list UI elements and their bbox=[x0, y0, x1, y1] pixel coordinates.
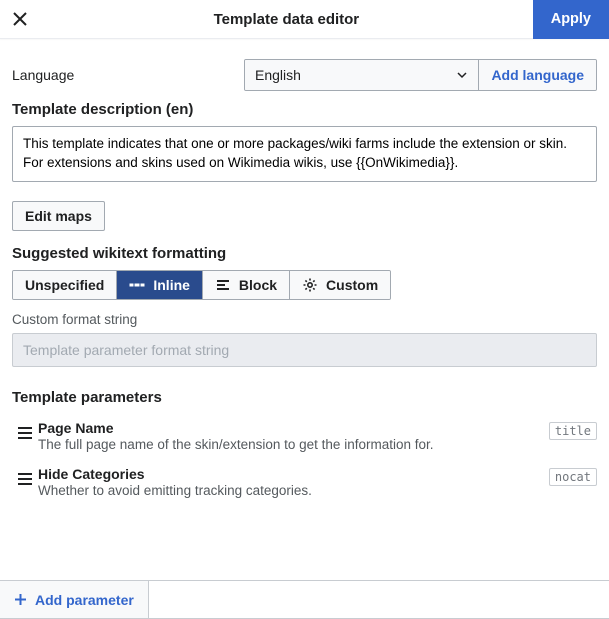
drag-icon bbox=[17, 426, 33, 440]
format-option-inline[interactable]: Inline bbox=[117, 271, 203, 299]
language-row: Language English Add language bbox=[12, 59, 597, 91]
parameter-name: Hide Categories bbox=[38, 466, 549, 482]
dialog-title: Template data editor bbox=[40, 11, 533, 28]
edit-maps-button[interactable]: Edit maps bbox=[12, 201, 105, 231]
parameter-key: title bbox=[549, 422, 597, 440]
drag-icon bbox=[17, 472, 33, 486]
format-option-unspecified[interactable]: Unspecified bbox=[13, 271, 117, 299]
inline-icon bbox=[129, 277, 145, 293]
language-select[interactable]: English bbox=[245, 60, 479, 90]
format-option-label: Block bbox=[239, 277, 277, 293]
drag-handle[interactable] bbox=[12, 420, 38, 440]
formatting-heading: Suggested wikitext formatting bbox=[12, 245, 597, 262]
parameter-row[interactable]: Page Name The full page name of the skin… bbox=[12, 420, 597, 452]
parameter-name: Page Name bbox=[38, 420, 549, 436]
language-label: Language bbox=[12, 67, 244, 83]
apply-button[interactable]: Apply bbox=[533, 0, 609, 39]
format-option-label: Inline bbox=[153, 277, 190, 293]
description-textarea[interactable] bbox=[12, 126, 597, 182]
language-selected: English bbox=[255, 67, 301, 83]
close-button[interactable] bbox=[0, 0, 40, 39]
parameter-key: nocat bbox=[549, 468, 597, 486]
parameter-desc: Whether to avoid emitting tracking categ… bbox=[38, 483, 549, 498]
drag-handle[interactable] bbox=[12, 466, 38, 486]
formatting-toggle: Unspecified Inline Block Custom bbox=[12, 270, 391, 300]
format-option-block[interactable]: Block bbox=[203, 271, 290, 299]
custom-format-label: Custom format string bbox=[12, 312, 597, 327]
chevron-down-icon bbox=[456, 69, 468, 81]
parameter-body: Hide Categories Whether to avoid emittin… bbox=[38, 466, 549, 498]
parameter-body: Page Name The full page name of the skin… bbox=[38, 420, 549, 452]
close-icon bbox=[12, 11, 28, 27]
parameter-row[interactable]: Hide Categories Whether to avoid emittin… bbox=[12, 466, 597, 498]
custom-format-input bbox=[12, 333, 597, 367]
format-option-label: Custom bbox=[326, 277, 378, 293]
format-option-label: Unspecified bbox=[25, 277, 104, 293]
dialog-header: Template data editor Apply bbox=[0, 0, 609, 39]
add-language-button[interactable]: Add language bbox=[479, 60, 596, 90]
parameters-heading: Template parameters bbox=[12, 389, 597, 406]
format-option-custom[interactable]: Custom bbox=[290, 271, 390, 299]
dialog-body: Language English Add language Template d… bbox=[0, 39, 609, 580]
parameter-desc: The full page name of the skin/extension… bbox=[38, 437, 549, 452]
dialog-footer: Add parameter bbox=[0, 580, 609, 618]
description-heading: Template description (en) bbox=[12, 101, 597, 118]
add-parameter-button[interactable]: Add parameter bbox=[0, 581, 149, 618]
gear-icon bbox=[302, 277, 318, 293]
add-parameter-label: Add parameter bbox=[35, 592, 134, 608]
language-controls: English Add language bbox=[244, 59, 597, 91]
block-icon bbox=[215, 277, 231, 293]
plus-icon bbox=[14, 593, 27, 606]
